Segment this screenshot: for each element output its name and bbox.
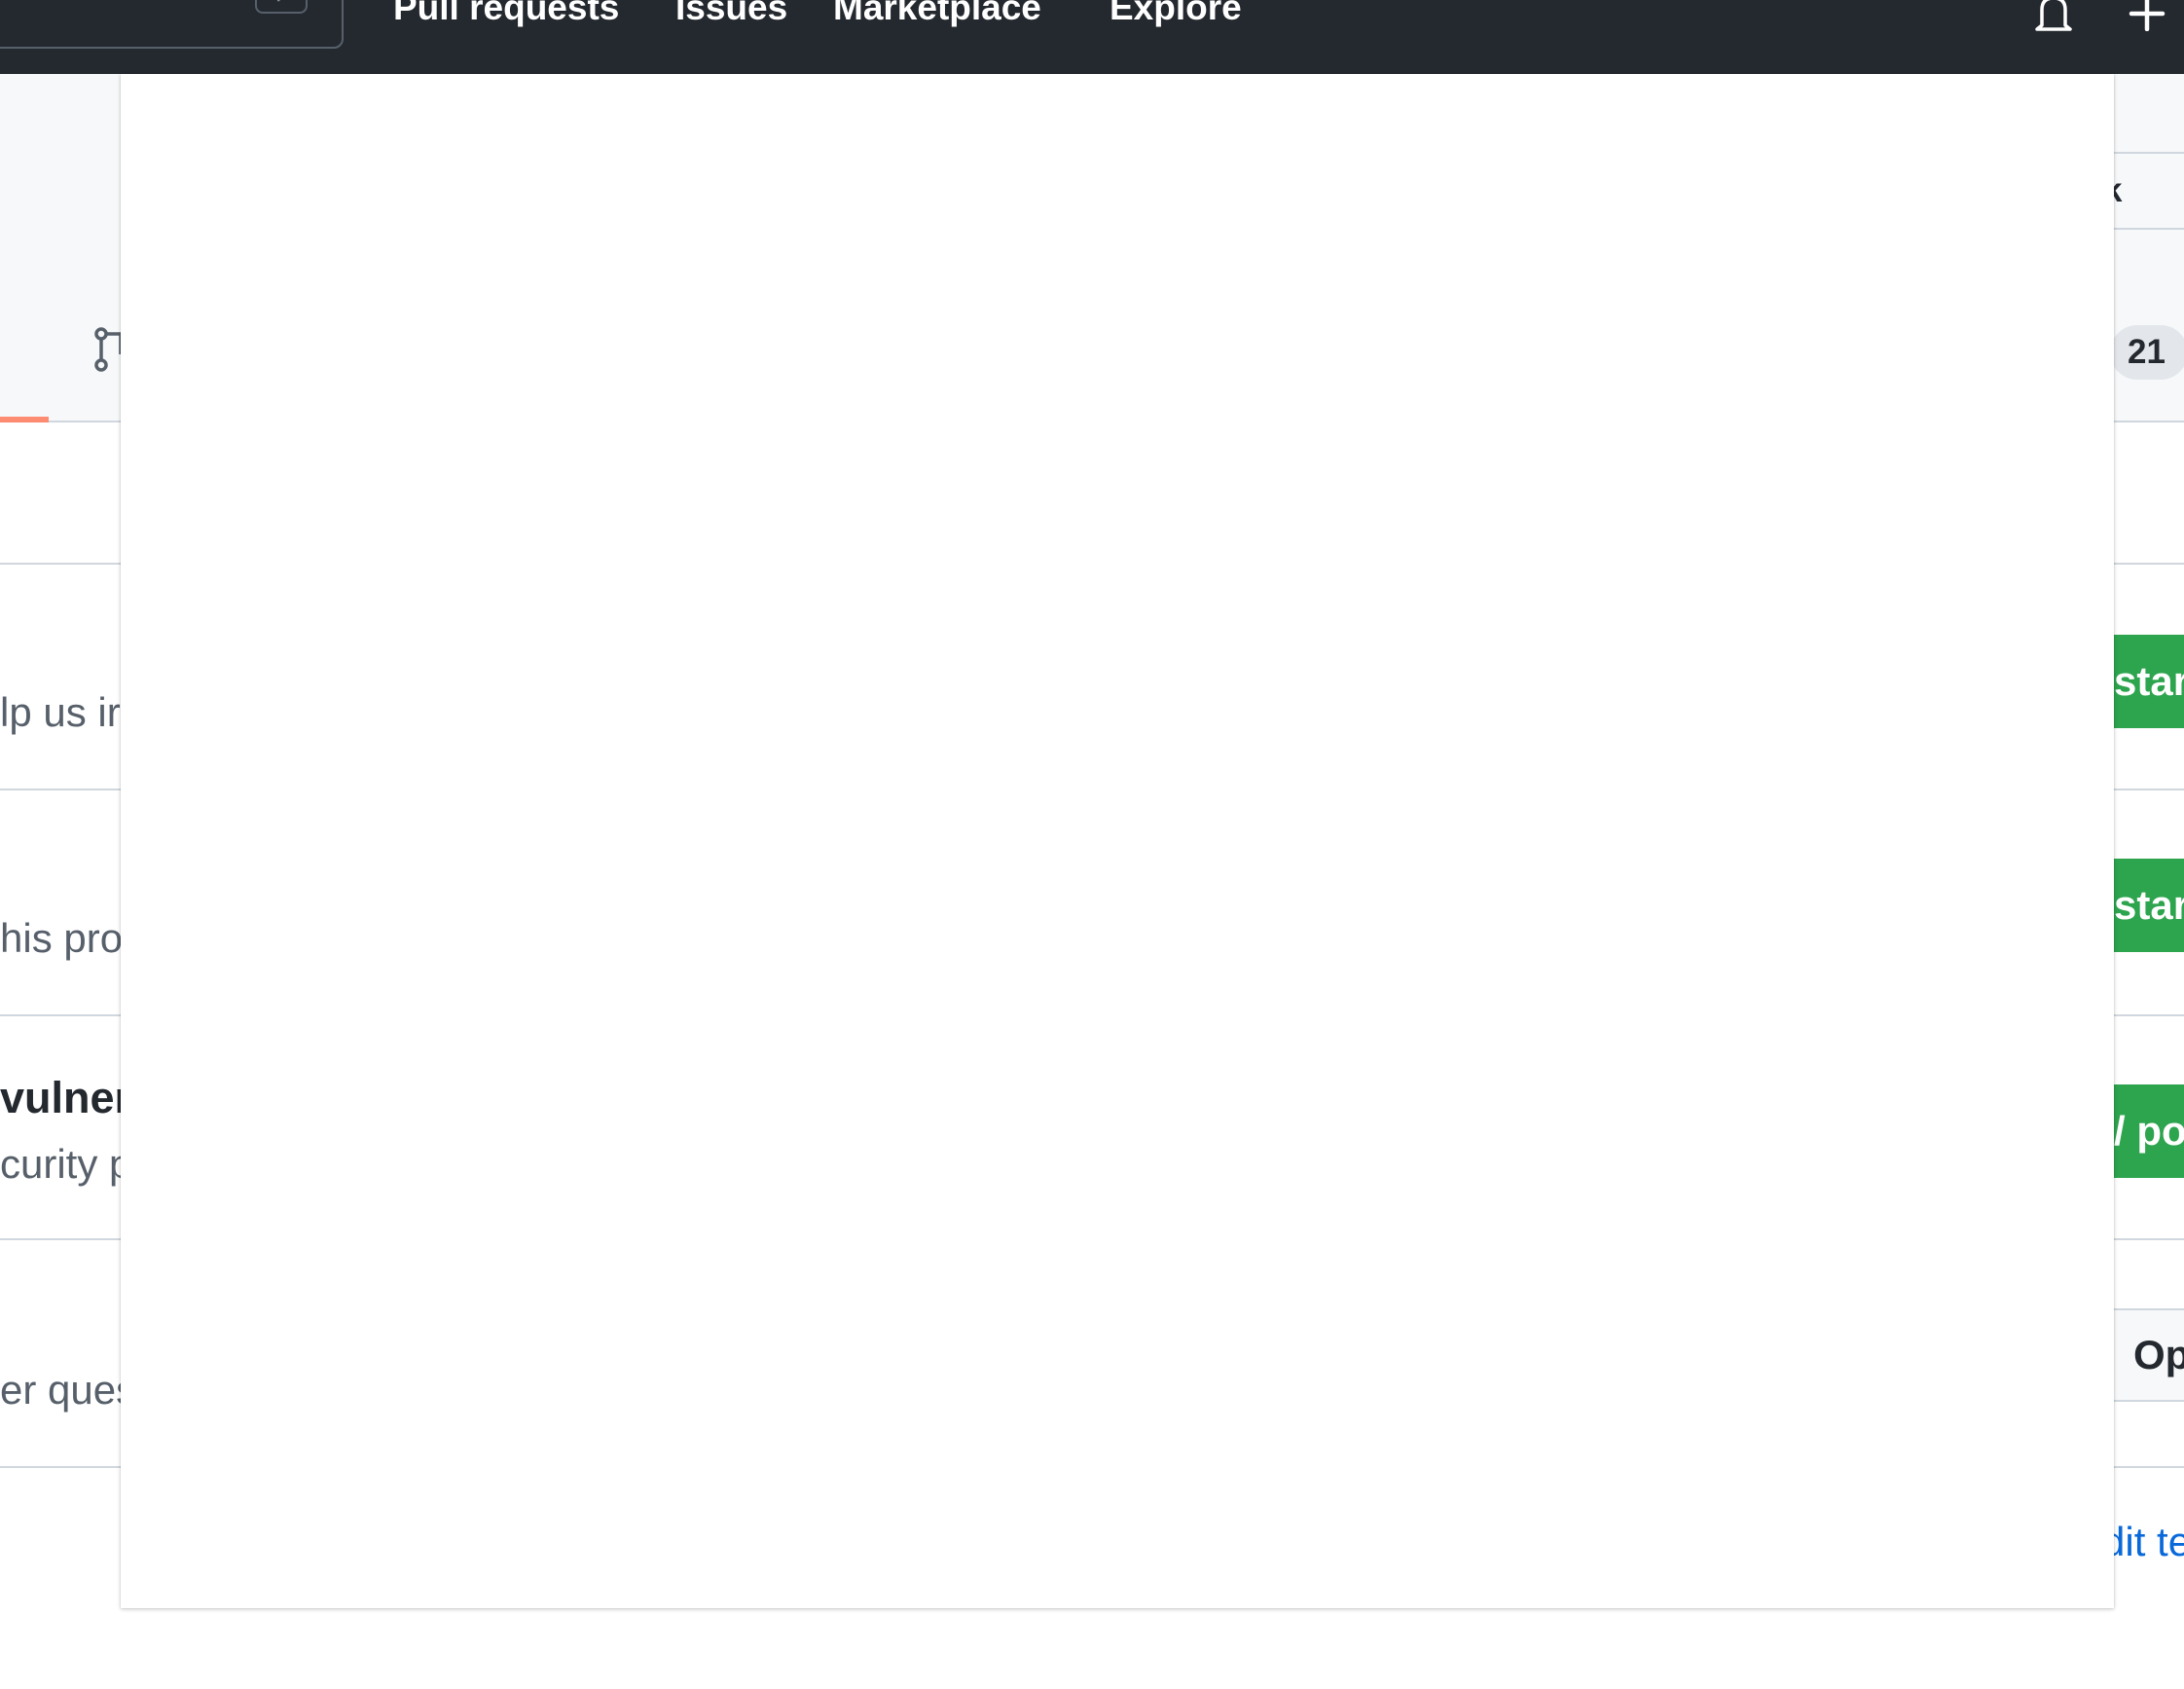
row-action-button[interactable]: star bbox=[2102, 859, 2184, 952]
edit-link[interactable]: dit te bbox=[2102, 1519, 2184, 1565]
nav-marketplace[interactable]: Marketplace bbox=[833, 0, 1041, 35]
row-description: curity p bbox=[0, 1141, 132, 1187]
top-header: / Pull requests Issues Marketplace Explo… bbox=[0, 0, 2184, 74]
search-input[interactable]: / bbox=[0, 0, 344, 49]
row-title: vulner bbox=[0, 1073, 132, 1122]
row-description: his proj bbox=[0, 915, 132, 961]
row-description: lp us ir bbox=[0, 689, 121, 735]
modal-dialog[interactable] bbox=[121, 74, 2114, 1608]
nav-issues[interactable]: Issues bbox=[675, 0, 787, 35]
row-action-button[interactable]: star bbox=[2102, 635, 2184, 728]
plus-icon[interactable] bbox=[2126, 0, 2168, 31]
nav-pull-requests[interactable]: Pull requests bbox=[393, 0, 619, 35]
row-action-button[interactable]: Op bbox=[2102, 1308, 2184, 1402]
row-action-button[interactable]: / po bbox=[2102, 1084, 2184, 1178]
active-tab-indicator bbox=[0, 417, 49, 422]
row-description: er ques bbox=[0, 1367, 137, 1413]
bell-icon[interactable] bbox=[2032, 0, 2075, 33]
search-shortcut-key: / bbox=[255, 0, 308, 14]
nav-explore[interactable]: Explore bbox=[1110, 0, 1242, 35]
tab-count-badge: 21 bbox=[2110, 325, 2184, 380]
